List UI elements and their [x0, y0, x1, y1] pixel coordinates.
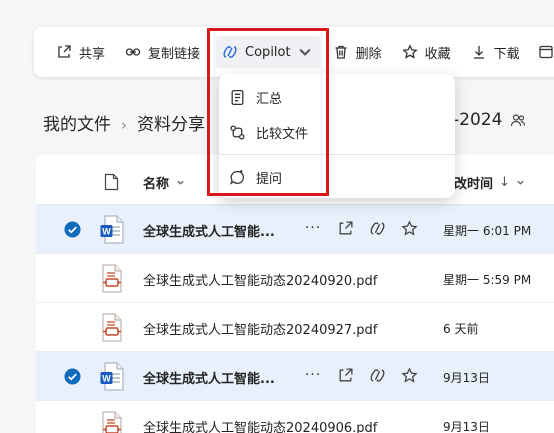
breadcrumb-root[interactable]: 我的文件: [43, 115, 111, 135]
copilot-icon: [370, 221, 384, 235]
row-actions: ···: [304, 366, 418, 384]
chevron-down-icon: [177, 180, 184, 185]
menu-item-ask-label: 提问: [256, 171, 283, 187]
command-bar: 共享 复制链接 Copilot 删除 收藏 下载: [34, 27, 554, 77]
copilot-label: Copilot: [245, 44, 291, 60]
row-share-button[interactable]: [336, 219, 354, 237]
column-name-header[interactable]: 名称: [143, 173, 185, 192]
star-icon: [400, 366, 418, 383]
file-row[interactable]: 全球生成式人工智能动态20240920.pdf 星期一 5:59 PM: [36, 254, 554, 303]
column-modified-header[interactable]: 改时间 ↓: [454, 173, 525, 192]
menu-item-summary[interactable]: 汇总: [219, 80, 455, 114]
row-actions: ···: [304, 219, 418, 237]
file-modified-date: 6 天前: [443, 322, 479, 336]
favorite-button[interactable]: 收藏: [396, 36, 457, 68]
file-name[interactable]: 全球生成式人工智能动态20240927.pdf: [143, 319, 377, 338]
row-favorite-button[interactable]: [400, 219, 418, 237]
file-row[interactable]: 全球生成式人工智能动态20240906.pdf 9月13日: [36, 401, 554, 433]
menu-divider: [219, 154, 455, 155]
menu-item-ask[interactable]: 提问: [219, 160, 455, 194]
svg-text:W: W: [102, 227, 111, 237]
share-icon: [339, 220, 353, 234]
delete-label: 删除: [355, 46, 382, 62]
svg-text:W: W: [102, 374, 111, 384]
copy-link-label: 复制链接: [148, 46, 201, 62]
file-type-icon[interactable]: [104, 173, 119, 191]
column-modified-label: 改时间: [454, 177, 494, 192]
word-file-icon: W: [100, 215, 124, 244]
file-name[interactable]: 全球生成式人工智能...: [143, 368, 275, 387]
share-icon: [58, 45, 71, 58]
copilot-menu: 汇总 比较文件 提问: [219, 74, 455, 198]
row-share-button[interactable]: [336, 366, 354, 384]
pdf-file-icon: [102, 313, 122, 342]
breadcrumb-chevron-icon: ›: [121, 116, 127, 134]
file-modified-date: 星期一 6:01 PM: [443, 224, 532, 238]
file-row[interactable]: W 全球生成式人工智能... ··· 9月13日: [36, 352, 554, 401]
menu-item-compare[interactable]: 比较文件: [219, 115, 455, 149]
download-label: 下载: [493, 46, 520, 62]
file-name[interactable]: 全球生成式人工智能动态20240906.pdf: [143, 417, 377, 433]
file-row[interactable]: W 全球生成式人工智能... ··· 星期一 6:01 PM: [36, 205, 554, 254]
share-icon: [339, 367, 353, 381]
word-file-icon: W: [100, 362, 124, 391]
star-icon: [401, 44, 418, 59]
star-icon: [400, 219, 418, 236]
window-icon: [538, 45, 553, 59]
favorite-label: 收藏: [424, 46, 451, 62]
file-modified-date: 星期一 5:59 PM: [443, 273, 532, 287]
file-name[interactable]: 全球生成式人工智能...: [143, 221, 275, 240]
chat-sparkle-icon: [229, 169, 245, 185]
pdf-file-icon: [102, 264, 122, 293]
copilot-icon: [370, 368, 384, 382]
share-label: 共享: [79, 46, 106, 62]
share-button[interactable]: 共享: [50, 36, 111, 68]
column-name-label: 名称: [143, 177, 170, 192]
breadcrumb-current: -2024: [453, 110, 526, 130]
copilot-button[interactable]: Copilot: [216, 36, 321, 68]
file-name[interactable]: 全球生成式人工智能动态20240920.pdf: [143, 270, 377, 289]
copilot-icon: [223, 46, 237, 58]
breadcrumb-folder[interactable]: 资料分享: [137, 115, 205, 135]
menu-item-summary-label: 汇总: [256, 91, 283, 107]
breadcrumb-current-label: -2024: [453, 110, 503, 130]
download-button[interactable]: 下载: [465, 36, 526, 68]
selected-check-icon[interactable]: [64, 221, 81, 238]
breadcrumb: 我的文件 › 资料分享: [43, 110, 205, 135]
link-icon: [125, 48, 141, 56]
more-options-icon[interactable]: ···: [304, 366, 322, 384]
row-copilot-button[interactable]: [368, 219, 386, 237]
copy-link-button[interactable]: 复制链接: [119, 36, 206, 68]
more-options-icon[interactable]: ···: [304, 219, 322, 237]
row-copilot-button[interactable]: [368, 366, 386, 384]
chevron-down-icon: [517, 180, 524, 185]
menu-item-compare-label: 比较文件: [256, 126, 309, 142]
delete-button[interactable]: 删除: [327, 36, 388, 68]
trash-icon: [335, 45, 347, 59]
selected-check-icon[interactable]: [64, 368, 81, 385]
more-command-button[interactable]: [532, 36, 554, 68]
file-modified-date: 9月13日: [443, 371, 490, 385]
download-icon: [473, 46, 484, 59]
sort-arrow-icon: ↓: [499, 175, 510, 190]
document-summary-icon: [231, 89, 244, 105]
file-modified-date: 9月13日: [443, 420, 490, 433]
shared-people-icon[interactable]: [510, 112, 526, 128]
pdf-file-icon: [102, 411, 122, 433]
row-favorite-button[interactable]: [400, 366, 418, 384]
compare-files-icon: [230, 124, 245, 140]
file-row[interactable]: 全球生成式人工智能动态20240927.pdf 6 天前: [36, 303, 554, 352]
chevron-down-icon: [299, 48, 311, 56]
